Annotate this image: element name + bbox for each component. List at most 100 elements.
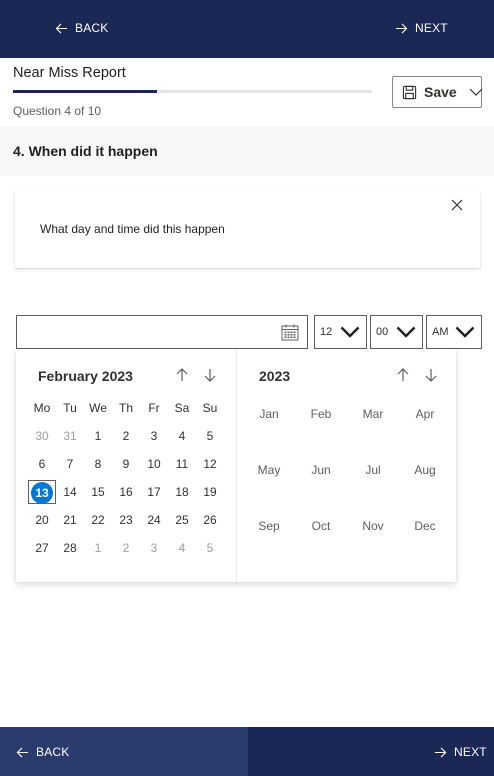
top-back-button[interactable]: BACK	[55, 21, 108, 35]
calendar-day-selected[interactable]: 13	[28, 480, 56, 504]
ampm-dropdown[interactable]: AM	[426, 315, 482, 349]
month-cell[interactable]: Feb	[301, 404, 341, 424]
top-back-label: BACK	[75, 21, 109, 35]
arrow-right-icon	[395, 22, 408, 34]
month-cell[interactable]: Jan	[249, 404, 289, 424]
arrow-right-icon	[434, 746, 447, 758]
arrow-left-icon	[16, 746, 29, 758]
month-cell[interactable]: Jun	[301, 460, 341, 480]
month-cell[interactable]: Mar	[353, 404, 393, 424]
month-cell[interactable]: Oct	[301, 516, 341, 536]
chevron-down-icon	[455, 326, 475, 338]
calendar-day[interactable]: 16	[112, 480, 140, 504]
progress-fill	[13, 90, 157, 93]
top-next-button[interactable]: NEXT	[395, 21, 448, 35]
calendar-day[interactable]: 2	[112, 424, 140, 448]
weekday-header: Tu	[63, 401, 77, 415]
calendar-day[interactable]: 28	[56, 536, 84, 560]
save-button[interactable]: Save	[392, 76, 483, 108]
calendar-day[interactable]: 7	[56, 452, 84, 476]
top-nav-bar: BACK NEXT	[0, 0, 494, 58]
calendar-day[interactable]: 4	[168, 536, 196, 560]
progress-text: Question 4 of 10	[13, 104, 102, 118]
calendar-day[interactable]: 1	[84, 424, 112, 448]
calendar-day-label: 13	[31, 482, 53, 504]
calendar-day[interactable]: 6	[28, 452, 56, 476]
month-cell[interactable]: Nov	[353, 516, 393, 536]
calendar-day[interactable]: 9	[112, 452, 140, 476]
calendar-day[interactable]: 24	[140, 508, 168, 532]
next-year-arrow-icon[interactable]	[423, 367, 439, 383]
weekday-header: Sa	[174, 401, 190, 415]
date-input[interactable]	[16, 315, 308, 349]
calendar-day[interactable]: 19	[196, 480, 224, 504]
close-icon[interactable]	[449, 197, 465, 213]
picker-divider	[236, 349, 237, 582]
floppy-disk-icon	[402, 85, 417, 99]
next-month-arrow-icon[interactable]	[202, 367, 218, 383]
calendar-day[interactable]: 31	[56, 424, 84, 448]
form-header: Near Miss Report Question 4 of 10 Save	[0, 58, 494, 126]
bottom-back-label: BACK	[36, 745, 70, 759]
calendar-day[interactable]: 20	[28, 508, 56, 532]
calendar-day[interactable]: 4	[168, 424, 196, 448]
question-prompt: What day and time did this happen	[40, 222, 225, 236]
bottom-back-content: BACK	[16, 745, 69, 759]
calendar-day[interactable]: 10	[140, 452, 168, 476]
month-cell[interactable]: May	[249, 460, 289, 480]
calendar-day[interactable]: 23	[112, 508, 140, 532]
calendar-year-label[interactable]: 2023	[259, 368, 290, 384]
arrow-left-icon	[55, 22, 68, 34]
calendar-day[interactable]: 21	[56, 508, 84, 532]
weekday-header: We	[89, 401, 107, 415]
calendar-day[interactable]: 14	[56, 480, 84, 504]
calendar-day[interactable]: 17	[140, 480, 168, 504]
calendar-icon[interactable]	[281, 324, 299, 341]
date-picker-popup: February 2023 2023 Mo Tu We Th Fr Sa Su 30 31 1 2 3…	[16, 349, 456, 582]
weekday-header: Su	[202, 401, 218, 415]
calendar-day[interactable]: 26	[196, 508, 224, 532]
form-title: Near Miss Report	[13, 65, 126, 81]
calendar-day[interactable]: 5	[196, 424, 224, 448]
previous-month-arrow-icon[interactable]	[174, 367, 190, 383]
calendar-day[interactable]: 3	[140, 424, 168, 448]
month-cell[interactable]: Sep	[249, 516, 289, 536]
calendar-day[interactable]: 25	[168, 508, 196, 532]
bottom-nav-bar: BACK NEXT	[0, 727, 494, 776]
minute-dropdown[interactable]: 00	[370, 315, 423, 349]
calendar-day[interactable]: 5	[196, 536, 224, 560]
weekday-header: Fr	[148, 401, 160, 415]
hour-dropdown[interactable]: 12	[314, 315, 367, 349]
ampm-value: AM	[432, 326, 449, 338]
question-title: 4. When did it happen	[13, 143, 158, 159]
weekday-header: Mo	[33, 401, 51, 415]
calendar-day[interactable]: 11	[168, 452, 196, 476]
calendar-day[interactable]: 18	[168, 480, 196, 504]
calendar-day[interactable]: 27	[28, 536, 56, 560]
month-cell[interactable]: Aug	[405, 460, 445, 480]
calendar-day[interactable]: 1	[84, 536, 112, 560]
calendar-day[interactable]: 3	[140, 536, 168, 560]
top-next-label: NEXT	[415, 21, 448, 35]
chevron-down-icon	[340, 326, 360, 338]
calendar-day[interactable]: 2	[112, 536, 140, 560]
save-label: Save	[424, 84, 457, 100]
bottom-next-button[interactable]: NEXT	[434, 745, 487, 759]
weekday-header: Th	[118, 401, 133, 415]
calendar-day[interactable]: 22	[84, 508, 112, 532]
chevron-down-icon	[396, 326, 416, 338]
calendar-day[interactable]: 12	[196, 452, 224, 476]
progress-bar	[13, 90, 372, 93]
month-cell[interactable]: Dec	[405, 516, 445, 536]
question-bar: 4. When did it happen	[0, 126, 494, 176]
bottom-back-button[interactable]: BACK	[0, 727, 248, 776]
hour-value: 12	[320, 326, 333, 338]
calendar-day[interactable]: 15	[84, 480, 112, 504]
month-cell[interactable]: Apr	[405, 404, 445, 424]
month-cell[interactable]: Jul	[353, 460, 393, 480]
calendar-day[interactable]: 30	[28, 424, 56, 448]
previous-year-arrow-icon[interactable]	[395, 367, 411, 383]
calendar-month-label[interactable]: February 2023	[38, 368, 133, 384]
calendar-day[interactable]: 8	[84, 452, 112, 476]
question-prompt-card: What day and time did this happen	[15, 191, 480, 268]
